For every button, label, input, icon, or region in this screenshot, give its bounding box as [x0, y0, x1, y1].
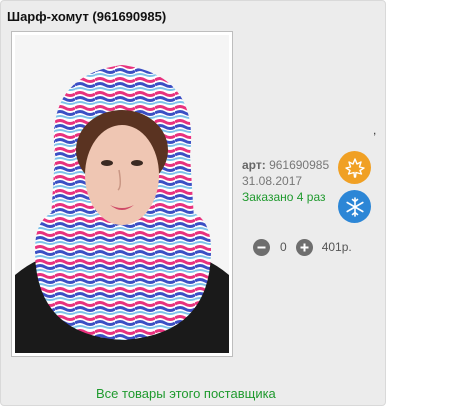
product-card: Шарф-хомут (961690985) , арт: 961690985 …: [0, 0, 386, 406]
plus-icon: [300, 243, 309, 251]
order-count: Заказано 4 раз: [242, 190, 326, 204]
article-value: 961690985: [269, 158, 330, 172]
supplier-products-link[interactable]: Все товары этого поставщика: [96, 386, 276, 401]
article-number: арт: 961690985: [242, 158, 329, 172]
autumn-season-badge: [338, 151, 371, 184]
product-photo[interactable]: [15, 35, 229, 353]
comma-mark: ,: [373, 123, 377, 137]
maple-leaf-icon: [344, 157, 365, 178]
snowflake-icon: [345, 196, 364, 217]
quantity-stepper: 0 401р.: [253, 238, 352, 256]
quantity-value: 0: [280, 240, 287, 254]
increase-quantity-button[interactable]: [295, 238, 313, 256]
product-price: 401р.: [321, 240, 352, 254]
minus-icon: [257, 246, 266, 248]
product-title: Шарф-хомут (961690985): [7, 9, 167, 24]
product-photo-frame[interactable]: [11, 31, 233, 357]
winter-season-badge: [338, 190, 371, 223]
product-date: 31.08.2017: [242, 174, 303, 188]
article-label: арт:: [242, 158, 266, 172]
decrease-quantity-button[interactable]: [253, 238, 270, 256]
